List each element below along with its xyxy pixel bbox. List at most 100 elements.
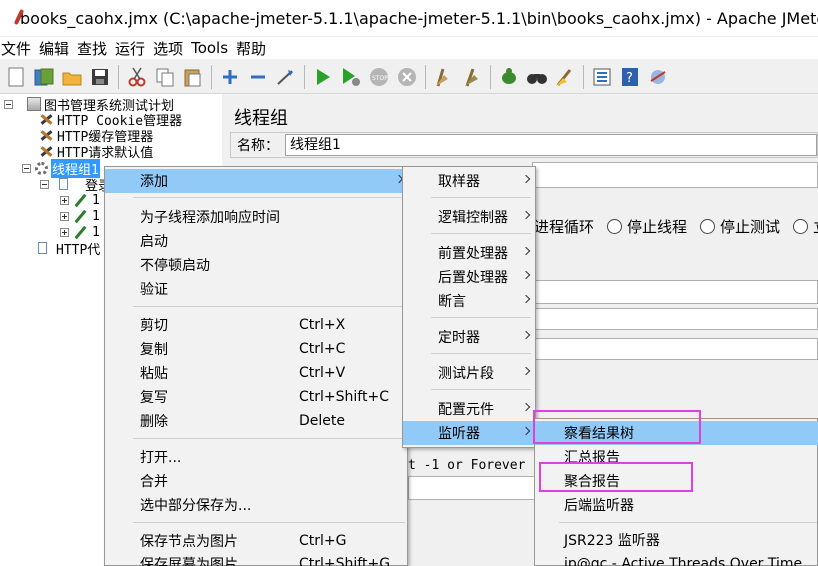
menu-paste[interactable]: 粘贴 Ctrl+V xyxy=(105,361,407,385)
menu-item-label: 合并 xyxy=(140,474,168,490)
start-no-pauses-icon[interactable] xyxy=(340,66,362,88)
shutdown-icon[interactable] xyxy=(396,66,418,88)
menu-start-no-pauses[interactable]: 不停顿启动 xyxy=(105,253,407,277)
toolbar-separator xyxy=(425,64,426,89)
menu-separator xyxy=(431,233,531,234)
radio-stop-thread[interactable] xyxy=(607,219,623,234)
menu-item-label: 测试片段 xyxy=(438,366,494,382)
menu-item-label: 断言 xyxy=(438,294,466,310)
submenu-arrow-icon xyxy=(521,294,531,304)
menu-jsr223-listener[interactable]: JSR223 监听器 xyxy=(535,528,818,552)
add-submenu: 取样器 逻辑控制器 前置处理器 后置处理器 断言 定时器 测试片段 配置元件 监… xyxy=(402,166,536,448)
radio-stop-test-now[interactable] xyxy=(793,219,809,234)
menu-save-node-as-image[interactable]: 保存节点为图片 Ctrl+G xyxy=(105,529,407,553)
copy-icon[interactable] xyxy=(154,66,176,88)
tree-node-label: 1 xyxy=(92,224,100,240)
cut-icon[interactable] xyxy=(126,66,148,88)
menu-test-fragment[interactable]: 测试片段 xyxy=(403,361,535,385)
menu-merge[interactable]: 合并 xyxy=(105,469,407,493)
radio-label: 停止线程 xyxy=(627,218,688,236)
tree-node-request-defaults[interactable]: HTTP请求默认值 xyxy=(38,143,153,161)
menu-active-threads[interactable]: jp@gc - Active Threads Over Time xyxy=(535,552,818,566)
menu-item-label: 前置处理器 xyxy=(438,246,508,262)
menu-run[interactable]: 运行 xyxy=(113,38,147,59)
menu-timer[interactable]: 定时器 xyxy=(403,325,535,349)
menu-separator xyxy=(431,197,531,198)
tree-node-login[interactable]: 登录 xyxy=(40,176,111,194)
menu-backend-listener[interactable]: 后端监听器 xyxy=(535,493,818,517)
menu-listener[interactable]: 监听器 xyxy=(403,421,535,445)
menu-save-selection-as[interactable]: 选中部分保存为... xyxy=(105,493,407,517)
menu-config-element[interactable]: 配置元件 xyxy=(403,397,535,421)
menu-add-think-time[interactable]: 为子线程添加响应时间 xyxy=(105,205,407,229)
toggle-icon[interactable] xyxy=(275,66,297,88)
menu-sampler[interactable]: 取样器 xyxy=(403,169,535,193)
menu-shortcut: Ctrl+Shift+G xyxy=(299,556,391,566)
menu-start[interactable]: 启动 xyxy=(105,229,407,253)
threads-input[interactable] xyxy=(534,280,818,304)
config-wrench-icon xyxy=(38,144,54,158)
menu-shortcut: Delete xyxy=(299,413,345,429)
tree-node-request-2[interactable]: 1 xyxy=(60,208,100,224)
menu-assertions[interactable]: 断言 xyxy=(403,289,535,313)
menu-file[interactable]: 文件 xyxy=(0,38,33,59)
menu-open[interactable]: 打开... xyxy=(105,445,407,469)
templates-icon[interactable] xyxy=(33,66,55,88)
expand-toggle-icon[interactable] xyxy=(60,227,69,237)
expand-icon[interactable] xyxy=(219,66,241,88)
collapse-icon[interactable] xyxy=(247,66,269,88)
tree-node-request-1[interactable]: 1 xyxy=(60,192,100,208)
menu-item-label: 监听器 xyxy=(438,426,480,442)
menu-help[interactable]: 帮助 xyxy=(234,38,268,59)
menu-tools[interactable]: Tools xyxy=(189,39,230,57)
menu-item-label: 保存屏幕为图片 xyxy=(140,557,238,566)
clear-all-icon[interactable] xyxy=(461,66,483,88)
submenu-arrow-icon xyxy=(521,426,531,436)
tree-node-proxy[interactable]: HTTP代 xyxy=(38,240,100,258)
radio-stop-test[interactable] xyxy=(700,219,716,234)
new-icon[interactable] xyxy=(5,66,27,88)
menu-options[interactable]: 选项 xyxy=(151,38,185,59)
stop-icon[interactable]: STOP xyxy=(368,66,390,88)
remote-icon[interactable] xyxy=(647,66,669,88)
menu-cut[interactable]: 剪切 Ctrl+X xyxy=(105,313,407,337)
expand-toggle-icon[interactable] xyxy=(60,195,69,205)
save-icon[interactable] xyxy=(89,66,111,88)
paste-icon[interactable] xyxy=(182,66,204,88)
expand-toggle-icon[interactable] xyxy=(60,211,69,221)
menu-copy[interactable]: 复制 Ctrl+C xyxy=(105,337,407,361)
collapse-toggle-icon[interactable] xyxy=(4,99,13,109)
search-icon[interactable] xyxy=(498,66,520,88)
name-row: 名称： 线程组1 xyxy=(230,132,818,158)
start-icon[interactable] xyxy=(312,66,334,88)
reset-search-icon[interactable] xyxy=(526,66,548,88)
menu-item-label: 后置处理器 xyxy=(438,270,508,286)
menu-duplicate[interactable]: 复写 Ctrl+Shift+C xyxy=(105,385,407,409)
menu-edit[interactable]: 编辑 xyxy=(37,38,71,59)
menu-add[interactable]: 添加 xyxy=(105,169,407,193)
menu-item-label: 为子线程添加响应时间 xyxy=(140,210,280,226)
loop-count-input[interactable] xyxy=(534,338,818,360)
clear-gui-icon[interactable] xyxy=(554,66,576,88)
menu-search[interactable]: 查找 xyxy=(75,38,109,59)
menu-pre-processors[interactable]: 前置处理器 xyxy=(403,241,535,265)
submenu-arrow-icon xyxy=(521,210,531,220)
help-icon[interactable]: ? xyxy=(619,66,641,88)
collapse-toggle-icon[interactable] xyxy=(40,179,49,189)
menu-save-screen-as-image[interactable]: 保存屏幕为图片 Ctrl+Shift+G xyxy=(105,552,407,566)
menu-logic-controller[interactable]: 逻辑控制器 xyxy=(403,205,535,229)
function-helper-icon[interactable] xyxy=(591,66,613,88)
ramp-up-input[interactable] xyxy=(534,308,818,330)
clear-icon[interactable] xyxy=(433,66,455,88)
menu-item-label: 保存节点为图片 xyxy=(140,534,238,550)
name-input[interactable]: 线程组1 xyxy=(285,134,817,156)
submenu-arrow-icon xyxy=(521,366,531,376)
menu-delete[interactable]: 删除 Delete xyxy=(105,409,407,433)
menu-separator xyxy=(133,438,405,439)
menu-post-processors[interactable]: 后置处理器 xyxy=(403,265,535,289)
collapse-toggle-icon[interactable] xyxy=(22,163,31,173)
menu-validate[interactable]: 验证 xyxy=(105,277,407,301)
open-icon[interactable] xyxy=(61,66,83,88)
comment-input[interactable] xyxy=(532,162,818,188)
error-action-radio-group: 进程循环 停止线程 停止测试 立 xyxy=(534,216,818,237)
